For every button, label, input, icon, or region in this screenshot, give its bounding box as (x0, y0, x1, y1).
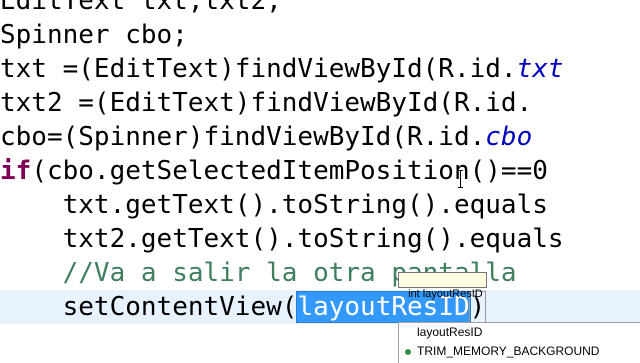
code-token: cbo=(Spinner)findViewById(R.id. (0, 122, 486, 152)
code-line[interactable]: txt2 =(EditText)findViewById(R.id. (0, 86, 640, 120)
local-variable-icon (405, 330, 411, 336)
autocomplete-item[interactable]: TRIM_MEMORY_BACKGROUND (399, 342, 640, 361)
code-token: txt =(EditText)findViewById(R.id. (0, 54, 517, 84)
parameter-hint-tooltip: int layoutResID (398, 272, 487, 300)
code-editor[interactable]: EditText txt,txt2; Spinner cbo; txt =(Ed… (0, 0, 640, 360)
code-line[interactable]: Spinner cbo; (0, 18, 640, 52)
code-line[interactable]: txt2.getText().toString().equals (0, 222, 640, 256)
code-token: Spinner cbo; (0, 20, 188, 50)
parameter-hint-text: int layoutResID (408, 288, 483, 300)
code-line[interactable]: EditText txt,txt2; (0, 0, 640, 18)
code-line[interactable]: cbo=(Spinner)findViewById(R.id.cbo (0, 120, 640, 154)
code-line[interactable]: if(cbo.getSelectedItemPosition()==0 (0, 154, 640, 188)
code-keyword: if (0, 156, 32, 186)
code-field: txt (516, 54, 564, 84)
code-line[interactable]: txt.getText().toString().equals (0, 188, 640, 222)
constant-field-icon (405, 348, 411, 355)
code-token: txt2 =(EditText)findViewById(R.id. (0, 88, 533, 118)
code-token: setContentView( (62, 292, 298, 322)
autocomplete-item-label: TRIM_MEMORY_BACKGROUND (417, 344, 600, 358)
code-field: cbo (485, 122, 533, 152)
code-token: (cbo.getSelectedItemPosition()==0 (31, 156, 548, 186)
ibeam-cursor-icon (458, 170, 464, 188)
code-token: EditText txt,txt2; (0, 0, 282, 16)
code-line[interactable]: txt =(EditText)findViewById(R.id.txt (0, 52, 640, 86)
code-token: txt.getText().toString().equals (62, 190, 548, 220)
code-token: txt2.getText().toString().equals (62, 224, 564, 254)
autocomplete-item[interactable]: layoutResID (399, 323, 640, 342)
code-line[interactable]: //Va a salir la otra pantalla (0, 256, 640, 290)
code-line-current[interactable]: setContentView(layoutResID) (0, 290, 640, 324)
autocomplete-popup[interactable]: layoutResID TRIM_MEMORY_BACKGROUND (398, 322, 640, 363)
autocomplete-item-label: layoutResID (417, 325, 483, 339)
